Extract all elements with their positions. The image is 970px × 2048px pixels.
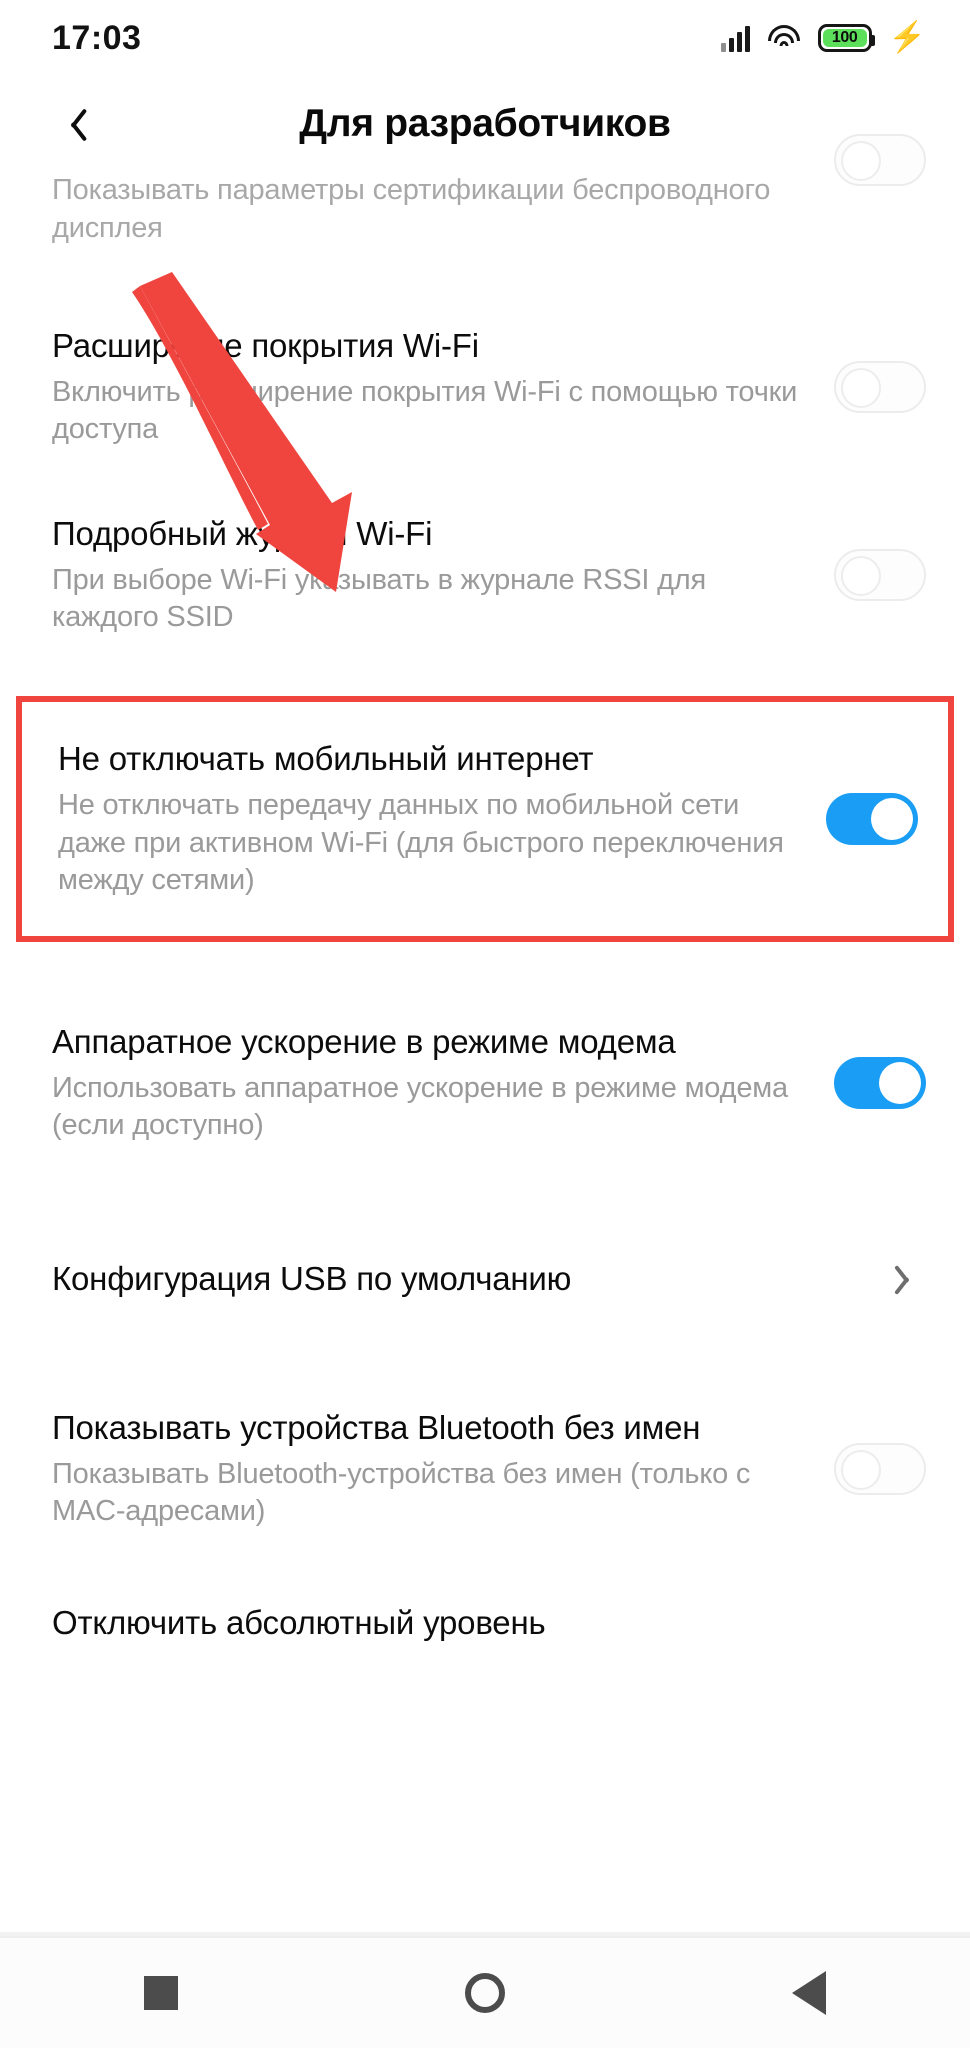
- toggle-knob: [841, 141, 881, 181]
- signal-icon: [720, 24, 750, 52]
- toggle-knob: [841, 368, 881, 408]
- toggle-knob: [879, 1062, 921, 1104]
- list-item-toggle[interactable]: [834, 361, 926, 413]
- list-item-usb-config[interactable]: Конфигурация USB по умолчанию: [0, 1208, 970, 1350]
- list-item-subtitle: Включить расширение покрытия Wi-Fi с пом…: [52, 375, 798, 446]
- recents-square-icon[interactable]: [143, 1976, 178, 2010]
- phone-screen: 17:03 100 ⚡ Для разработчиков Показывать…: [0, 0, 970, 2048]
- page-title: Для разработчиков: [299, 102, 671, 145]
- toggle-knob: [841, 556, 881, 596]
- highlighted-setting-wrapper: Не отключать мобильный интернет Не отклю…: [16, 696, 954, 942]
- list-item-text: Показывать устройства Bluetooth без имен…: [52, 1407, 834, 1531]
- list-item-toggle[interactable]: [834, 549, 926, 601]
- list-item[interactable]: Отключить абсолютный уровень: [0, 1602, 970, 1692]
- list-item[interactable]: Расширение покрытия Wi-Fi Включить расши…: [0, 294, 970, 480]
- list-item-text: Отключить абсолютный уровень: [52, 1602, 926, 1644]
- list-item[interactable]: Аппаратное ускорение в режиме модема Исп…: [0, 974, 970, 1192]
- list-item-text: Конфигурация USB по умолчанию: [52, 1258, 900, 1300]
- list-item-toggle[interactable]: [826, 793, 918, 845]
- battery-level-label: 100: [831, 29, 858, 46]
- list-item-text: Не отключать мобильный интернет Не отклю…: [58, 738, 826, 900]
- list-item-keep-mobile-data[interactable]: Не отключать мобильный интернет Не отклю…: [16, 696, 954, 942]
- list-item-subtitle: При выборе Wi-Fi указывать в журнале RSS…: [52, 563, 707, 634]
- status-bar-icons: 100 ⚡: [720, 21, 926, 54]
- list-item-toggle[interactable]: [834, 1443, 926, 1495]
- list-item-title: Конфигурация USB по умолчанию: [52, 1260, 572, 1298]
- app-bar: Для разработчиков: [0, 76, 970, 172]
- list-item-title: Подробный журнал Wi-Fi: [52, 514, 433, 552]
- chevron-right-icon: [900, 1262, 918, 1296]
- list-item-title: Отключить абсолютный уровень: [52, 1604, 546, 1641]
- status-bar: 17:03 100 ⚡: [0, 0, 970, 76]
- settings-list: Показывать параметры сертификации беспро…: [0, 134, 970, 1692]
- list-item-subtitle: Показывать параметры сертификации беспро…: [52, 174, 771, 244]
- list-item-toggle[interactable]: [834, 134, 926, 186]
- wifi-icon: [767, 24, 801, 52]
- list-item-text: Показывать параметры сертификации беспро…: [52, 172, 834, 247]
- list-item[interactable]: Показывать параметры сертификации беспро…: [0, 134, 970, 294]
- list-item-title: Расширение покрытия Wi-Fi: [52, 326, 479, 364]
- list-item-subtitle: Использовать аппаратное ускорение в режи…: [52, 1071, 788, 1142]
- charging-bolt-icon: ⚡: [888, 21, 926, 54]
- list-item-subtitle: Показывать Bluetooth-устройства без имен…: [52, 1457, 751, 1528]
- list-item-title: Не отключать мобильный интернет: [58, 740, 594, 778]
- list-item[interactable]: Показывать устройства Bluetooth без имен…: [0, 1362, 970, 1576]
- toggle-knob: [841, 1450, 881, 1490]
- battery-icon: 100: [817, 24, 875, 52]
- status-bar-clock: 17:03: [52, 18, 142, 57]
- home-circle-icon[interactable]: [464, 1973, 505, 2013]
- back-triangle-icon[interactable]: [792, 1971, 827, 2015]
- system-nav-bar: [0, 1936, 970, 2048]
- chevron-left-icon: [59, 105, 81, 143]
- list-item-text: Аппаратное ускорение в режиме модема Исп…: [52, 1021, 834, 1145]
- list-item-text: Подробный журнал Wi-Fi При выборе Wi-Fi …: [52, 513, 834, 637]
- list-item-title: Показывать устройства Bluetooth без имен: [52, 1408, 701, 1446]
- list-item-text: Расширение покрытия Wi-Fi Включить расши…: [52, 325, 834, 449]
- list-item[interactable]: Подробный журнал Wi-Fi При выборе Wi-Fi …: [0, 480, 970, 670]
- list-item-title: Аппаратное ускорение в режиме модема: [52, 1022, 676, 1060]
- back-button[interactable]: [38, 92, 102, 156]
- list-item-subtitle: Не отключать передачу данных по мобильно…: [58, 788, 784, 897]
- toggle-knob: [871, 798, 913, 840]
- list-item-toggle[interactable]: [834, 1057, 926, 1109]
